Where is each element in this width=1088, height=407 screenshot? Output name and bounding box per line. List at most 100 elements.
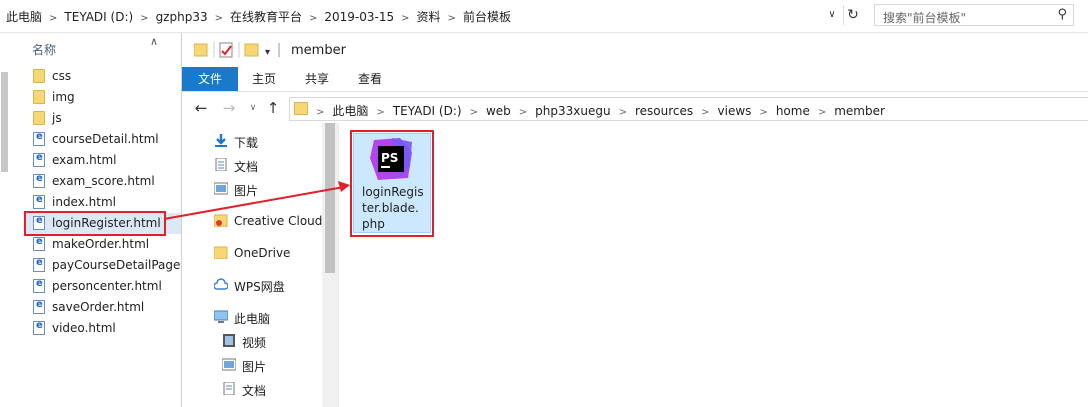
list-item[interactable]: payCourseDetailPage.h <box>26 255 192 276</box>
background-address-bar[interactable]: 此电脑 > TEYADI (D:) > gzphp33 > 在线教育平台 >2019-03-1… <box>0 0 1088 33</box>
folder-icon <box>33 69 45 83</box>
sort-up-icon: ∧ <box>150 35 159 48</box>
forward-arrow-icon[interactable]: → <box>220 98 238 118</box>
search-placeholder: 搜索"前台模板" <box>883 11 967 25</box>
list-item[interactable]: personcenter.html <box>26 276 181 297</box>
search-icon[interactable]: ⚲ <box>1057 7 1067 22</box>
html-file-icon <box>33 299 45 314</box>
chevron-right-icon: > <box>376 107 385 118</box>
background-breadcrumb[interactable]: 此电脑 > TEYADI (D:) > gzphp33 > 在线教育平台 >2019-03-1… <box>6 8 511 25</box>
new-folder-icon <box>244 43 259 57</box>
window-title: member <box>291 43 346 58</box>
chevron-right-icon: > <box>49 13 58 24</box>
highlight-box <box>24 211 166 236</box>
crumb[interactable]: 此电脑 <box>332 104 368 118</box>
column-header-name[interactable]: 名称 <box>32 41 56 58</box>
tab-home[interactable]: 主页 <box>242 67 286 91</box>
search-input[interactable]: 搜索"前台模板" ⚲ <box>874 4 1074 26</box>
computer-icon <box>214 310 228 323</box>
crumb[interactable]: member <box>834 104 885 118</box>
properties-icon <box>219 42 233 58</box>
crumb[interactable]: home <box>776 104 810 118</box>
highlight-box <box>350 130 434 237</box>
address-breadcrumb[interactable]: > 此电脑 > TEYADI (D:) > web > php33xuegu > resource… <box>316 102 885 119</box>
html-file-icon <box>33 278 45 293</box>
tab-file[interactable]: 文件 <box>182 67 238 91</box>
address-bar[interactable]: > 此电脑 > TEYADI (D:) > web > php33xuegu > resource… <box>289 97 1088 121</box>
chevron-right-icon: > <box>759 107 768 118</box>
tab-share[interactable]: 共享 <box>295 67 339 91</box>
picture-icon <box>222 358 236 371</box>
list-item[interactable]: exam_score.html <box>26 171 181 192</box>
crumb[interactable]: 前台模板 <box>463 10 511 24</box>
folder-icon <box>214 246 228 259</box>
crumb[interactable]: resources <box>635 104 693 118</box>
document-icon <box>223 382 235 395</box>
list-item[interactable]: exam.html <box>26 150 181 171</box>
document-icon <box>215 158 227 171</box>
chevron-right-icon: > <box>401 13 410 24</box>
chevron-down-icon[interactable]: ∨ <box>244 98 262 118</box>
up-arrow-icon[interactable]: ↑ <box>264 98 282 118</box>
chevron-right-icon: > <box>518 107 528 118</box>
navigation-pane: 下载📌 文档📌 图片📌 Creative Cloud F OneDrive WP… <box>182 123 339 407</box>
scrollbar-thumb[interactable] <box>1 72 8 172</box>
scrollbar[interactable] <box>322 123 338 407</box>
navigation-bar: ← → ∨ ↑ > 此电脑 > TEYADI (D:) > web > php33xuegu >… <box>182 95 1088 123</box>
html-file-icon <box>33 320 45 335</box>
html-file-icon <box>33 131 45 146</box>
folder-icon <box>294 102 308 115</box>
list-item[interactable]: video.html <box>26 318 181 339</box>
scrollbar[interactable] <box>0 38 8 403</box>
list-item[interactable]: saveOrder.html <box>26 297 181 318</box>
list-item[interactable]: img <box>26 87 181 108</box>
ribbon-tabs: 文件 主页 共享 查看 <box>182 67 1088 92</box>
folder-icon <box>33 90 45 104</box>
list-item[interactable]: makeOrder.html <box>26 234 181 255</box>
chevron-right-icon: > <box>214 13 223 24</box>
chevron-right-icon: > <box>469 107 478 118</box>
title-bar: ▾ member <box>182 33 1088 67</box>
chevron-right-icon: > <box>817 107 827 118</box>
crumb[interactable]: TEYADI (D:) <box>393 104 462 118</box>
crumb[interactable]: 2019-03-15 <box>324 10 394 24</box>
chevron-right-icon: > <box>140 13 149 24</box>
crumb[interactable]: web <box>486 104 511 118</box>
cloud-icon <box>214 278 228 290</box>
download-icon <box>215 134 227 147</box>
chevron-down-icon: ▾ <box>265 47 270 58</box>
html-file-icon <box>33 194 45 209</box>
nav-item-onedrive[interactable]: OneDrive <box>206 239 338 267</box>
crumb[interactable]: 此电脑 <box>6 10 42 24</box>
list-item[interactable]: index.html <box>26 192 181 213</box>
html-file-icon <box>33 236 45 251</box>
nav-item-documents-pc[interactable]: 文档 <box>214 375 338 403</box>
nav-item-wps[interactable]: WPS网盘 <box>206 271 338 299</box>
list-item[interactable]: css <box>26 66 181 87</box>
html-file-icon <box>33 173 45 188</box>
crumb[interactable]: 资料 <box>417 10 441 24</box>
crumb[interactable]: views <box>718 104 752 118</box>
crumb[interactable]: php33xuegu <box>535 104 610 118</box>
video-icon <box>223 334 235 347</box>
chevron-right-icon: > <box>309 13 318 24</box>
tab-view[interactable]: 查看 <box>348 67 392 91</box>
back-arrow-icon[interactable]: ← <box>192 98 210 118</box>
crumb[interactable]: TEYADI (D:) <box>64 10 133 24</box>
chevron-right-icon: > <box>447 13 456 24</box>
chevron-right-icon: > <box>701 107 710 118</box>
list-item[interactable]: courseDetail.html <box>26 129 181 150</box>
list-item[interactable]: js <box>26 108 181 129</box>
html-file-icon <box>33 257 45 272</box>
crumb[interactable]: 在线教育平台 <box>230 10 302 24</box>
annotation-arrow <box>163 181 350 220</box>
chevron-right-icon: > <box>316 107 325 118</box>
crumb[interactable]: gzphp33 <box>156 10 208 24</box>
html-file-icon <box>33 152 45 167</box>
chevron-down-icon[interactable]: ∨ <box>824 6 840 24</box>
quick-access-toolbar: ▾ <box>193 42 304 61</box>
refresh-icon[interactable]: ↻ <box>843 5 862 25</box>
chevron-right-icon: > <box>618 107 627 118</box>
folder-icon <box>33 111 45 125</box>
folder-icon <box>193 43 208 57</box>
